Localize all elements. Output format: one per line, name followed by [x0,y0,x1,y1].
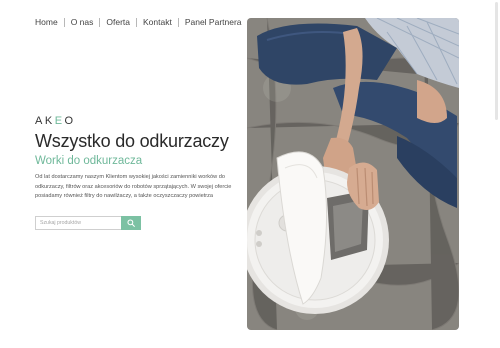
main-nav: Home O nas Oferta Kontakt Panel Partnera [35,17,242,27]
nav-separator [63,17,65,27]
nav-contact[interactable]: Kontakt [143,17,172,27]
search-bar: Szukaj produktów [35,216,141,230]
logo-mark: E [54,115,65,127]
nav-separator [136,17,137,27]
nav-home[interactable]: Home [35,17,58,27]
hero-image [247,18,459,330]
page: Home O nas Oferta Kontakt Panel Partnera… [0,0,500,348]
search-button[interactable] [121,216,141,230]
search-input[interactable]: Szukaj produktów [35,216,121,230]
scrollbar[interactable] [495,2,498,120]
logo-suffix: O [64,115,76,127]
search-icon [127,214,135,232]
nav-partner-panel[interactable]: Panel Partnera [185,17,242,27]
robot-vacuum-photo [247,18,459,330]
nav-offer[interactable]: Oferta [106,17,130,27]
nav-separator [99,17,101,27]
page-subtitle: Worki do odkurzacza [35,155,143,167]
logo-prefix: AK [35,115,55,127]
intro-paragraph: Od lat dostarczamy naszym Klientom wysok… [35,174,232,199]
brand-logo[interactable]: AK E O [35,115,76,127]
page-title: Wszystko do odkurzaczy [35,131,229,151]
nav-about[interactable]: O nas [71,17,94,27]
nav-separator [177,17,179,27]
